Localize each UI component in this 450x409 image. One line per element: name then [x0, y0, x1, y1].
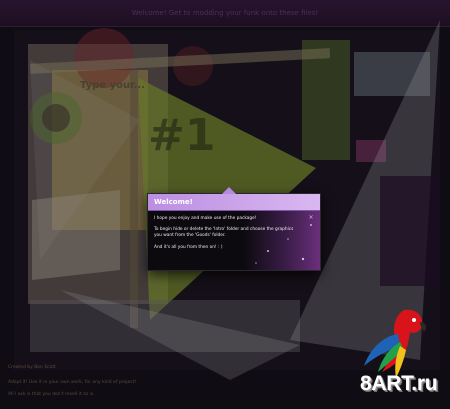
sparkle [255, 262, 257, 264]
art-flag-pole [130, 70, 138, 328]
sparkle [301, 257, 305, 261]
close-icon[interactable]: × [308, 215, 314, 221]
parrot-eye [412, 318, 416, 322]
sparkle [310, 224, 312, 226]
popup-body: I hope you enjoy and make use of the pac… [148, 211, 320, 270]
footer-credit: Created by Ben Scott [8, 365, 56, 370]
art-dark-corner [380, 176, 440, 286]
sparkle [267, 250, 269, 252]
popup-title: Welcome! [148, 194, 320, 211]
popup-sparkles [255, 224, 312, 264]
footer-license: Adapt it! Use it in your own work, for a… [8, 380, 137, 385]
popup-pointer [222, 187, 236, 194]
background-scene: Welcome! Get to modding your funk onto t… [0, 0, 450, 409]
parrot-logo-icon [364, 309, 427, 378]
art-red-circle [74, 28, 134, 88]
art-flag-number: #1 [148, 110, 215, 161]
welcome-popup: Welcome! I hope you enjoy and make use o… [147, 187, 321, 271]
background-screen-title: Type your... [80, 80, 145, 91]
watermark-logo: 8ART.ru [360, 372, 438, 395]
sparkle [287, 238, 289, 240]
footer-note: All I ask is that you don't resell it as… [8, 392, 95, 397]
